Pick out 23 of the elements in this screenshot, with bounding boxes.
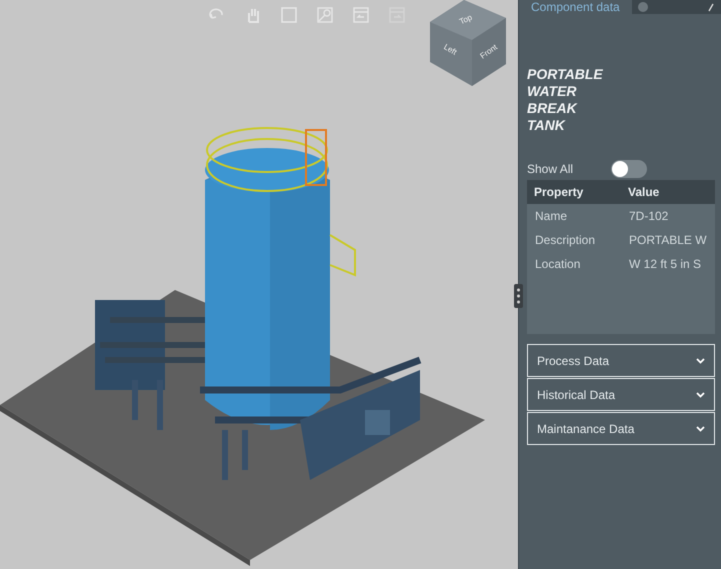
- zoom-window-icon[interactable]: [316, 6, 334, 24]
- chevron-down-icon: [696, 358, 705, 364]
- resize-handle[interactable]: [514, 284, 523, 308]
- accordion-header[interactable]: Historical Data: [527, 378, 715, 411]
- value-cell-text: PORTABLE W: [628, 233, 708, 247]
- value-cell-text: 7D-102: [628, 209, 670, 223]
- accordion-header[interactable]: Maintanance Data: [527, 412, 715, 445]
- accordion-header[interactable]: Process Data: [527, 344, 715, 377]
- component-data-tab[interactable]: Component data: [519, 0, 632, 14]
- property-cell-text: Location: [534, 257, 582, 271]
- column-header: Property: [533, 185, 584, 199]
- chevron-down-icon: [696, 392, 705, 398]
- show-all-label: Show All: [527, 162, 574, 176]
- property-cell-text: Description: [534, 233, 596, 247]
- info-icon[interactable]: [638, 2, 648, 12]
- show-all-toggle[interactable]: [611, 160, 648, 178]
- chevron-down-icon: [696, 426, 705, 432]
- section-in-icon[interactable]: [352, 6, 370, 24]
- value-cell-text: W 12 ft 5 in S: [628, 257, 702, 271]
- component-title: PORTABLE WATER BREAK TANK: [527, 66, 604, 134]
- column-header: Value: [627, 185, 660, 199]
- fit-view-icon[interactable]: [280, 6, 298, 24]
- property-cell-text: Name: [534, 209, 568, 223]
